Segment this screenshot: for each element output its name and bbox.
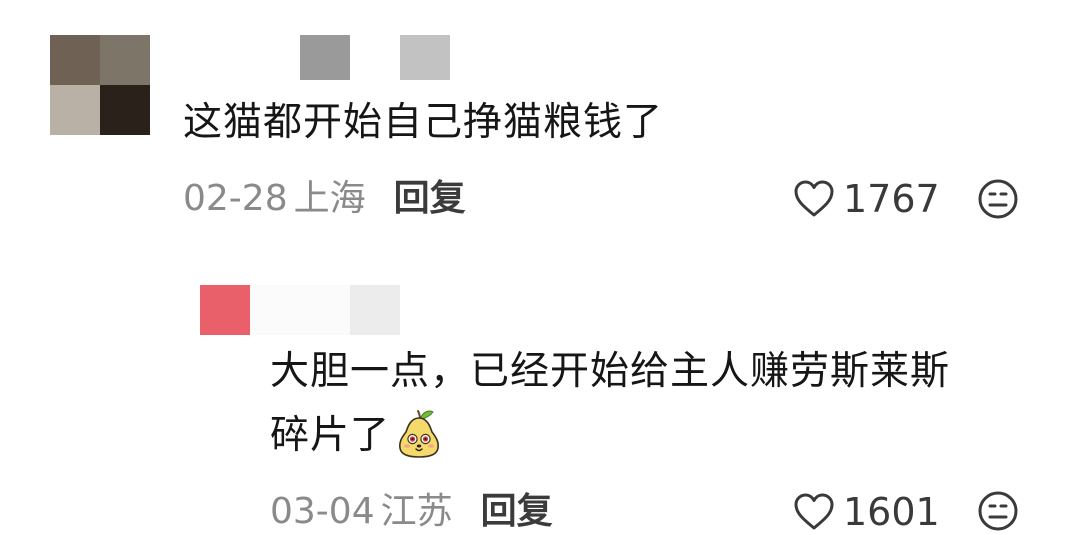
comment-date: 03-04 [270,491,375,532]
pear-face-emoji-icon [394,409,444,459]
like-count: 1601 [843,490,940,534]
comment-text-line: 大胆一点，已经开始给主人赚劳斯莱斯 [270,349,951,394]
like-count: 1767 [843,177,940,221]
username-mosaic [350,285,400,335]
username-mosaic [400,35,450,80]
comment-location: 上海 [293,178,366,219]
comment-text-segment: 碎片了 [270,413,391,458]
username-mosaic [250,285,350,335]
avatar[interactable] [50,35,150,135]
comment-text: 大胆一点，已经开始给主人赚劳斯莱斯 碎片了 [270,340,1030,468]
dislike-button[interactable] [977,490,1019,532]
like-button[interactable]: 1767 [793,177,940,221]
reply-button[interactable]: 回复 [481,491,553,532]
username-mosaic [350,35,400,80]
avatar-pixel [100,35,150,85]
meh-face-icon [977,178,1019,220]
meh-face-icon [977,490,1019,532]
reply-button[interactable]: 回复 [394,178,466,219]
avatar-pixel [50,85,100,135]
username-mosaic [300,35,350,80]
comment-text-line: 碎片了 [270,404,1030,468]
dislike-button[interactable] [977,178,1019,220]
heart-outline-icon [793,492,835,532]
avatar-pixel [100,85,150,135]
heart-outline-icon [793,179,835,219]
avatar-pixel [50,35,100,85]
like-button[interactable]: 1601 [793,490,940,534]
comment-location: 江苏 [380,491,453,532]
comment-date: 02-28 [183,178,288,219]
comment-meta: 03-04 江苏 回复 [270,490,553,534]
comment-text: 这猫都开始自己挣猫粮钱了 [183,100,664,145]
username-redacted[interactable] [250,285,400,335]
avatar[interactable] [200,285,250,335]
username-redacted[interactable] [300,35,455,80]
comment-meta: 02-28 上海 回复 [183,177,466,221]
